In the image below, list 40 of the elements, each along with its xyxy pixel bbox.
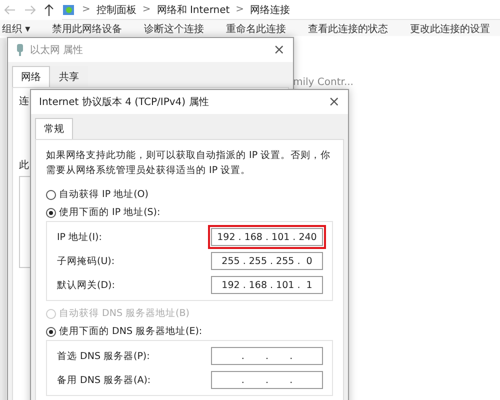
back-arrow-icon[interactable] [4,5,16,15]
toolbar-item[interactable]: 查看此连接的状态 [308,22,388,36]
radio-option[interactable]: 自动获得 IP 地址(O) [46,188,333,201]
field-label: IP 地址(I): [57,230,102,244]
label: 此 [19,158,29,172]
breadcrumb-separator: > [236,4,244,15]
ip-address-field[interactable]: 192 . 168 . 101 . 240 [211,228,323,246]
radio-option[interactable]: 使用下面的 IP 地址(S): [46,206,333,219]
description-text: 如果网络支持此功能，则可以获取自动指派的 IP 设置。否则，你需要从网络系统管理员处获得适当的 IP 设置。 [46,149,332,178]
toolbar-item[interactable]: 组织 ▾ [2,22,30,36]
field-label: 子网掩码(U): [57,254,115,268]
label: 连 [19,95,29,108]
close-icon[interactable]: × [273,42,285,58]
tab[interactable]: 常规 [35,118,73,139]
toolbar-item[interactable]: 重命名此连接 [226,22,286,36]
network-adapter-icon [16,43,24,57]
forward-arrow-icon[interactable] [24,5,36,15]
radio-option[interactable]: 使用下面的 DNS 服务器地址(E): [46,325,333,338]
toolbar-item[interactable]: 禁用此网络设备 [52,22,122,36]
up-arrow-icon[interactable] [44,4,54,16]
ip-address-field[interactable]: . . . [211,347,323,365]
ip-address-field[interactable]: . . . [211,371,323,389]
tab[interactable]: 网络 [12,66,50,87]
dialog-title: Internet 协议版本 4 (TCP/IPv4) 属性 [39,96,210,109]
toolbar-item[interactable]: 更改此连接的设置 [410,22,490,36]
dialog-title: 以太网 属性 [30,44,84,57]
field-label: 默认网关(D): [57,278,115,292]
ip-address-field[interactable]: 192 . 168 . 101 . 1 [211,276,323,294]
ip-address-field[interactable]: 255 . 255 . 255 . 0 [211,252,323,270]
breadcrumb-item[interactable]: 网络连接 [250,2,290,16]
connection-name: mily Contr... [293,77,354,88]
close-icon[interactable]: × [328,94,340,110]
control-panel-icon [62,2,76,16]
field-label: 备用 DNS 服务器(A): [57,374,151,386]
breadcrumb-separator: > [82,4,90,15]
field-label: 首选 DNS 服务器(P): [57,350,150,362]
breadcrumb-item[interactable]: 网络和 Internet [156,2,230,16]
breadcrumb-separator: > [142,4,151,15]
toolbar-item[interactable]: 诊断这个连接 [144,22,204,36]
breadcrumb-item[interactable]: 控制面板 [96,2,136,16]
